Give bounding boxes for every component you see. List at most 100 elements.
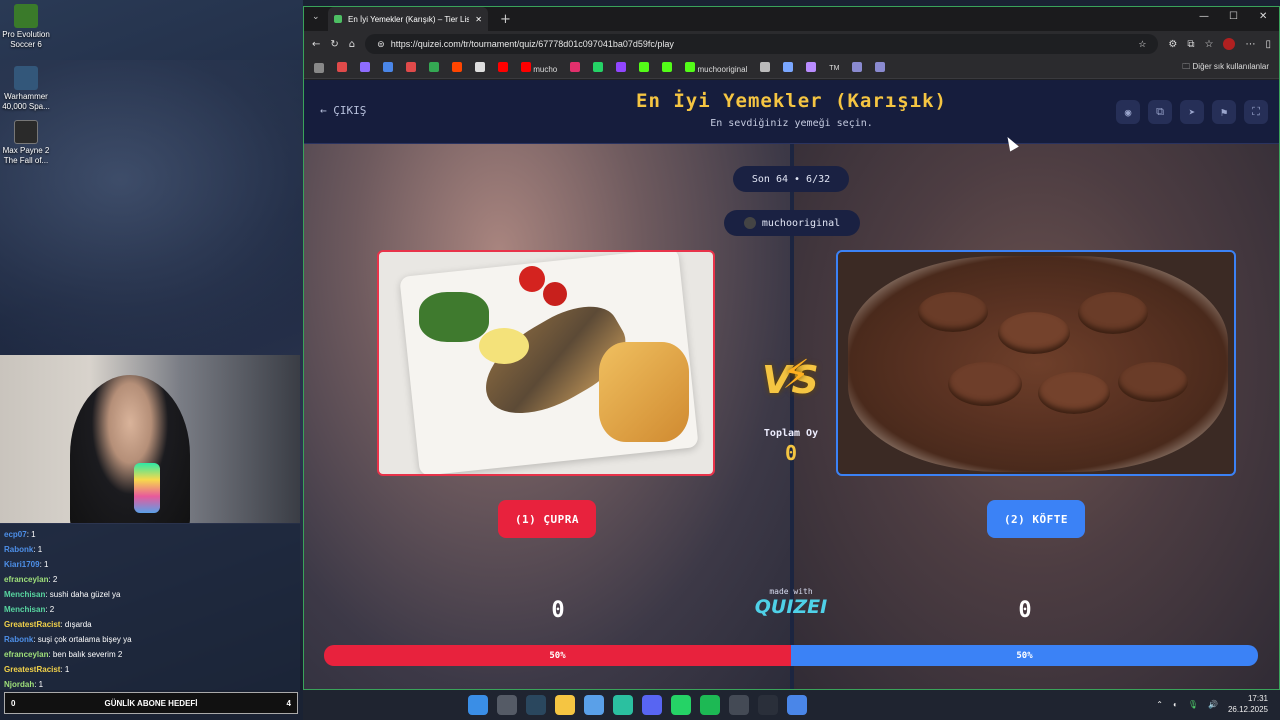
sidebar-toggle-icon[interactable]: ▯ xyxy=(1265,39,1271,50)
home-icon[interactable]: ⌂ xyxy=(349,39,355,50)
bookmark-item[interactable] xyxy=(452,61,462,74)
bookmark-item[interactable] xyxy=(662,61,673,74)
option-card-left[interactable] xyxy=(377,250,715,476)
collections-icon[interactable]: ⧉ xyxy=(1187,39,1194,50)
speaker-icon[interactable]: 🔊 xyxy=(1208,700,1218,709)
webcam-overlay xyxy=(0,355,300,523)
desktop-icon-warhammer[interactable]: Warhammer 40,000 Spa... xyxy=(2,66,50,112)
streamer-figure xyxy=(70,375,190,523)
bookmark-icon xyxy=(475,61,485,72)
system-tray: ⌃ ◐ 🎙 🔊 17:31 26.12.2025 xyxy=(1156,693,1268,715)
page-header: ← ÇIKIŞ En İyi Yemekler (Karışık) En sev… xyxy=(304,80,1279,144)
clock[interactable]: 17:31 26.12.2025 xyxy=(1228,693,1268,715)
choose-option-2-button[interactable]: (2) KÖFTE xyxy=(987,500,1085,538)
eye-icon: ◉ xyxy=(1124,105,1132,119)
url-field[interactable]: ⊜ https://quizei.com/tr/tournament/quiz/… xyxy=(365,34,1159,54)
share-button[interactable]: ➤ xyxy=(1180,100,1204,124)
tab-list-chevron-icon[interactable]: ⌄ xyxy=(312,12,320,22)
bookmark-item-mucho[interactable]: mucho xyxy=(521,61,557,74)
edge-icon[interactable] xyxy=(613,695,633,715)
bookmark-item[interactable] xyxy=(498,61,508,74)
bookmark-item[interactable] xyxy=(639,61,650,74)
site-info-icon[interactable]: ⊜ xyxy=(377,39,385,50)
minimize-icon[interactable]: — xyxy=(1199,11,1209,22)
bookmark-icon xyxy=(452,61,462,72)
steam-icon[interactable] xyxy=(526,695,546,715)
quizei-logo[interactable]: QUIZEI xyxy=(741,596,841,618)
search-icon[interactable] xyxy=(497,695,517,715)
maximize-icon[interactable]: ☐ xyxy=(1229,11,1238,22)
shield-icon xyxy=(852,61,863,72)
profile-avatar[interactable] xyxy=(1223,38,1236,50)
store-icon[interactable] xyxy=(584,695,604,715)
refresh-icon[interactable]: ↻ xyxy=(330,39,338,50)
mic-icon[interactable]: 🎙 xyxy=(1188,700,1198,709)
bookmark-item[interactable] xyxy=(337,61,347,74)
chat-username: Njordah xyxy=(4,680,35,689)
option-card-right[interactable] xyxy=(836,250,1236,476)
fullscreen-button[interactable]: ⛶ xyxy=(1244,100,1268,124)
chat-line: ecp07: 1 xyxy=(4,527,296,542)
network-icon[interactable]: ◐ xyxy=(1173,700,1178,709)
taskbar: ⌃ ◐ 🎙 🔊 17:31 26.12.2025 xyxy=(303,690,1280,720)
app-blue-icon[interactable] xyxy=(787,695,807,715)
desktop-icon-maxpayne2[interactable]: Max Payne 2 The Fall of... xyxy=(2,120,50,166)
other-bookmarks-folder[interactable]: 🗀 Diğer sık kullanılanlar xyxy=(1182,61,1269,75)
vote-progress-bar: 50% 50% xyxy=(324,645,1258,666)
bookmark-item[interactable] xyxy=(875,61,886,74)
bookmark-item[interactable] xyxy=(475,61,485,74)
desktop-icon-label: Warhammer 40,000 Spa... xyxy=(2,92,50,111)
desktop-icon-pes6[interactable]: Pro Evolution Soccer 6 xyxy=(2,4,50,50)
chat-username: GreatestRacist xyxy=(4,620,61,629)
bookmarks-bar: mucho muchooriginal TM 🗀 Diğer sık kulla… xyxy=(304,57,1279,79)
new-tab-icon[interactable]: + xyxy=(500,12,511,27)
favorite-star-icon[interactable]: ☆ xyxy=(1138,39,1146,50)
kick-icon xyxy=(662,61,673,72)
tab-close-icon[interactable]: ✕ xyxy=(475,15,482,24)
clock-time: 17:31 xyxy=(1247,694,1268,703)
chat-username: Menchisan xyxy=(4,590,46,599)
favorites-icon[interactable]: ☆ xyxy=(1205,39,1214,50)
copy-button[interactable]: ⧉ xyxy=(1148,100,1172,124)
bookmark-item[interactable] xyxy=(360,61,370,74)
eye-button[interactable]: ◉ xyxy=(1116,100,1140,124)
report-button[interactable]: ⚑ xyxy=(1212,100,1236,124)
app-circle-icon[interactable] xyxy=(758,695,778,715)
close-window-icon[interactable]: ✕ xyxy=(1259,11,1267,22)
bookmark-item[interactable] xyxy=(383,61,393,74)
bookmark-folder-icon[interactable] xyxy=(314,62,324,73)
obs-icon[interactable] xyxy=(729,695,749,715)
file-explorer-icon[interactable] xyxy=(555,695,575,715)
bookmark-item[interactable] xyxy=(570,61,581,74)
extensions-icon[interactable]: ⚙ xyxy=(1168,39,1177,50)
tab-active[interactable]: En İyi Yemekler (Karışık) – Tier List ✕ xyxy=(328,7,488,31)
quiz-page: ← ÇIKIŞ En İyi Yemekler (Karışık) En sev… xyxy=(304,80,1279,689)
tomato-image xyxy=(543,282,567,306)
bookmark-item-tm[interactable]: TM xyxy=(829,63,839,72)
round-badge: Son 64 • 6/32 xyxy=(733,166,849,192)
bookmark-item[interactable] xyxy=(806,61,817,74)
more-menu-icon[interactable]: ⋯ xyxy=(1245,39,1255,50)
back-icon[interactable]: ← xyxy=(312,39,320,50)
chat-message: : 1 xyxy=(34,680,44,689)
bookmark-item[interactable] xyxy=(783,61,794,74)
bookmark-item-muchooriginal[interactable]: muchooriginal xyxy=(685,61,747,74)
discord-icon[interactable] xyxy=(642,695,662,715)
creator-badge[interactable]: muchooriginal xyxy=(724,210,860,236)
choose-option-1-button[interactable]: (1) ÇUPRA xyxy=(498,500,596,538)
whatsapp-icon[interactable] xyxy=(671,695,691,715)
bookmark-item[interactable] xyxy=(593,61,604,74)
tray-chevron-icon[interactable]: ⌃ xyxy=(1156,700,1163,709)
progress-left-percent: 50% xyxy=(549,650,566,661)
bookmark-item[interactable] xyxy=(616,61,627,74)
bookmark-item[interactable] xyxy=(406,61,416,74)
chat-line: Rabonk: 1 xyxy=(4,542,296,557)
bookmark-item[interactable] xyxy=(852,61,863,74)
bookmark-item[interactable] xyxy=(760,61,771,74)
score-right: 0 xyxy=(1018,598,1032,623)
spotify-icon[interactable] xyxy=(700,695,720,715)
bookmark-item[interactable] xyxy=(429,61,439,74)
chat-message: : ben balık severim 2 xyxy=(48,650,123,659)
chat-message: : dışarda xyxy=(60,620,92,629)
windows-start-icon[interactable] xyxy=(468,695,488,715)
